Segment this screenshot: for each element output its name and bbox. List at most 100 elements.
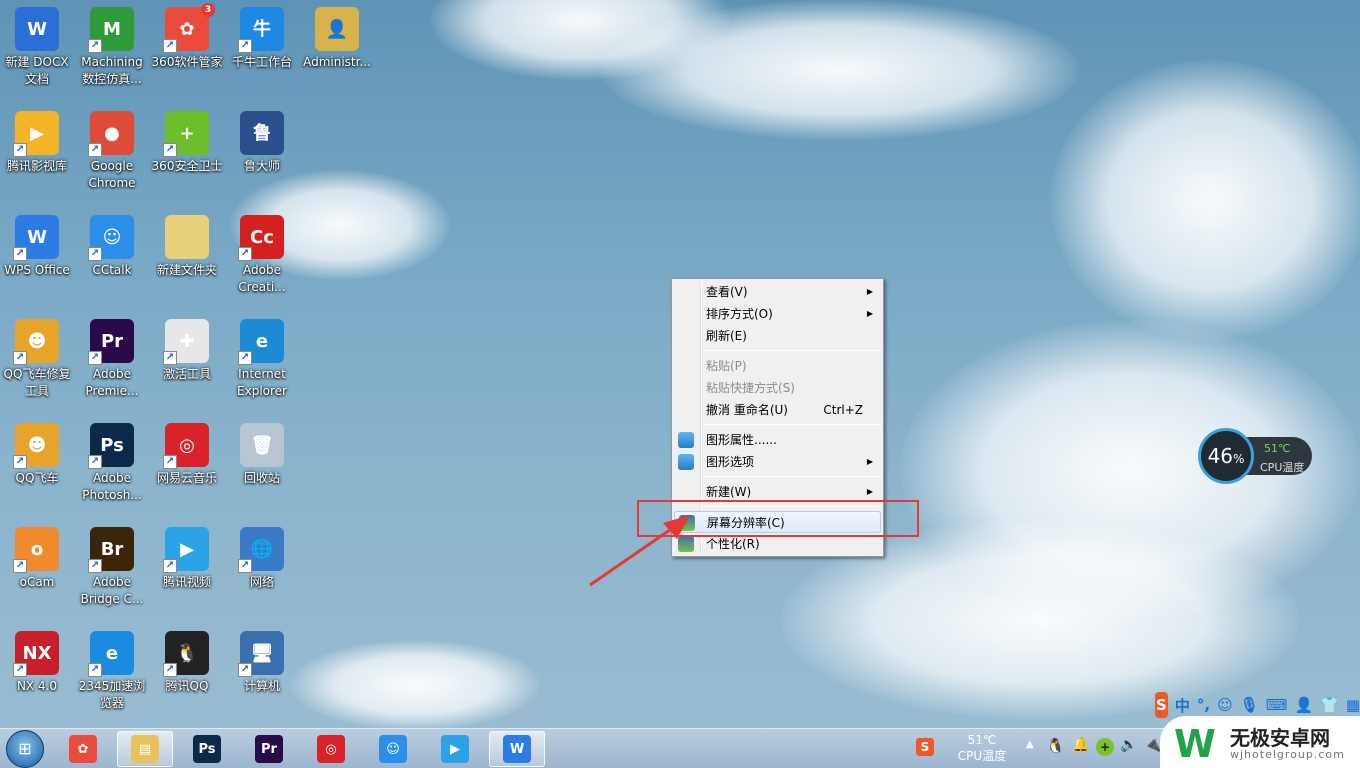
taskbar-button[interactable]: ▤ — [117, 731, 173, 767]
power-icon[interactable]: 🔌 — [1144, 737, 1161, 753]
taskbar: ⊞ ✿ ▤ Ps Pr ◎ ☺ ▶ W S 51℃ CPU温度 ▲ 🐧 🔔 + 🔊 🔌 — [0, 728, 1360, 768]
desktop-icon[interactable]: ☻ ↗ QQ飞车 — [0, 420, 74, 487]
desktop-icon[interactable]: W 新建 DOCX 文档 — [0, 4, 74, 88]
explorer-icon: ▤ — [131, 735, 159, 763]
submenu-arrow-icon: ▶ — [866, 287, 873, 296]
desktop-icon[interactable]: 鲁鲁大师 — [225, 108, 299, 175]
desktop-icon[interactable]: ☻ ↗ QQ飞车修复工具 — [0, 316, 74, 400]
desktop-icon-label: 网易云音乐 — [156, 471, 217, 485]
desktop-icon[interactable]: Ps ↗ Adobe Photosh... — [75, 420, 149, 504]
shortcut-arrow-icon: ↗ — [13, 559, 27, 573]
app-icon: ▶ ↗ — [13, 111, 59, 157]
notification-icon[interactable]: 🔔 — [1072, 737, 1089, 753]
taskbar-button[interactable]: ☺ — [365, 731, 421, 767]
menu-item-label: 查看(V) — [706, 285, 748, 299]
shortcut-arrow-icon: ↗ — [238, 39, 252, 53]
desktop-icon[interactable]: ✿ ↗ 3 360软件管家 — [150, 3, 224, 71]
desktop-icon[interactable]: 🖥 ↗ 计算机 — [225, 628, 299, 695]
shortcut-arrow-icon: ↗ — [88, 39, 102, 53]
taskbar-button[interactable]: W — [489, 731, 545, 767]
desktop-icon[interactable]: ● ↗ Google Chrome — [75, 108, 149, 192]
desktop-icon[interactable]: 🗑 回收站 — [225, 420, 299, 487]
menu-item[interactable]: 粘贴(P) — [674, 355, 881, 377]
menu-item-label: 图形选项 — [706, 455, 755, 469]
desktop-icon[interactable]: + ↗ 360安全卫士 — [150, 108, 224, 175]
shortcut-arrow-icon: ↗ — [238, 559, 252, 573]
menu-separator — [704, 350, 881, 351]
desktop-icon[interactable]: W ↗ WPS Office — [0, 212, 74, 279]
app-icon: Br ↗ — [88, 527, 134, 573]
ime-lang[interactable]: 中 — [1175, 695, 1190, 716]
volume-icon[interactable]: 🔊 — [1120, 737, 1137, 753]
desktop-icon[interactable]: 🌐 ↗ 网络 — [225, 524, 299, 591]
user-icon[interactable]: 👤 — [1294, 696, 1313, 714]
menu-item[interactable]: 排序方式(O) ▶ — [674, 303, 881, 325]
desktop-icon-label: 2345加速浏览器 — [78, 679, 146, 710]
desktop-icon[interactable]: Cc ↗ Adobe Creati... — [225, 212, 299, 296]
grid-icon[interactable]: ▦ — [1346, 696, 1360, 714]
desktop-icon[interactable]: ✚ ↗ 激活工具 — [150, 316, 224, 383]
menu-item[interactable]: 图形属性...... — [674, 429, 881, 451]
ime-punct[interactable]: °, — [1197, 696, 1210, 714]
desktop-icon[interactable]: 新建文件夹 — [150, 212, 224, 279]
desktop-icon[interactable]: e ↗ 2345加速浏览器 — [75, 628, 149, 712]
keyboard-icon[interactable]: ⌨ — [1266, 696, 1288, 714]
app-icon: NX ↗ — [13, 631, 59, 677]
menu-item-label: 粘贴(P) — [706, 359, 747, 373]
menu-item[interactable]: 图形选项 ▶ — [674, 451, 881, 473]
skin-icon[interactable]: 👕 — [1320, 696, 1339, 714]
desktop-icon-label: Internet Explorer — [237, 367, 287, 398]
start-button[interactable]: ⊞ — [6, 730, 44, 768]
submenu-arrow-icon: ▶ — [866, 309, 873, 318]
desktop-icon[interactable]: e ↗ Internet Explorer — [225, 316, 299, 400]
menu-separator — [704, 476, 881, 477]
intel-graphics-icon — [678, 432, 694, 448]
desktop-icon[interactable]: ☺ ↗ CCtalk — [75, 212, 149, 279]
menu-item[interactable]: 刷新(E) — [674, 325, 881, 347]
desktop-icon[interactable]: ▶ ↗ 腾讯影视库 — [0, 108, 74, 175]
shortcut-arrow-icon: ↗ — [88, 663, 102, 677]
app-icon: Ps ↗ — [88, 423, 134, 469]
desktop-icon[interactable]: ▶ ↗ 腾讯视频 — [150, 524, 224, 591]
mic-icon[interactable]: 🎙 — [1240, 696, 1259, 714]
desktop-icon[interactable]: ◎ ↗ 网易云音乐 — [150, 420, 224, 487]
menu-item[interactable]: 粘贴快捷方式(S) — [674, 377, 881, 399]
360-tray-icon[interactable]: + — [1096, 738, 1114, 756]
emoji-icon[interactable]: ☺ — [1217, 696, 1233, 714]
desktop-icon-label: NX 4.0 — [16, 679, 58, 693]
desktop-icon[interactable]: 👤 Administr... — [300, 4, 374, 71]
shortcut-arrow-icon: ↗ — [13, 663, 27, 677]
show-hidden-icons[interactable]: ▲ — [1026, 739, 1034, 750]
desktop-icon[interactable]: o ↗ oCam — [0, 524, 74, 591]
desktop-icon[interactable]: 🐧 ↗ 腾讯QQ — [150, 628, 224, 695]
desktop-icon-label: 腾讯视频 — [162, 575, 211, 589]
sogou-icon[interactable]: S — [1155, 692, 1168, 718]
cpu-usage: 46 — [1207, 444, 1234, 468]
desktop-icon-label: QQ飞车 — [15, 471, 59, 485]
qq-tray-icon[interactable]: 🐧 — [1046, 737, 1065, 755]
taskbar-button[interactable]: ▶ — [427, 731, 483, 767]
desktop-icon[interactable]: NX ↗ NX 4.0 — [0, 628, 74, 695]
app-icon: ● ↗ — [88, 111, 134, 157]
menu-item-label: 个性化(R) — [706, 537, 760, 551]
menu-item[interactable]: 撤消 重命名(U) Ctrl+Z — [674, 399, 881, 421]
shortcut-arrow-icon: ↗ — [88, 143, 102, 157]
menu-item[interactable]: 查看(V) ▶ — [674, 281, 881, 303]
menu-item-label: 粘贴快捷方式(S) — [706, 381, 795, 395]
desktop-icon[interactable]: Br ↗ Adobe Bridge C... — [75, 524, 149, 608]
desktop-icon-label: 鲁大师 — [243, 159, 280, 173]
taskbar-button[interactable]: Ps — [179, 731, 235, 767]
desktop-icon[interactable]: M ↗ Machining 数控仿真... — [75, 4, 149, 88]
cpu-widget[interactable]: 46% 51℃ CPU温度 — [1198, 428, 1314, 484]
desktop-icon[interactable]: Pr ↗ Adobe Premie... — [75, 316, 149, 400]
taskbar-button[interactable]: ◎ — [303, 731, 359, 767]
badge: 3 — [201, 3, 215, 17]
sogou-tray-icon[interactable]: S — [916, 738, 934, 756]
app-icon: ✚ ↗ — [163, 319, 209, 365]
app-icon: 👤 — [315, 7, 359, 51]
desktop-icon[interactable]: 牛 ↗ 千牛工作台 — [225, 4, 299, 71]
taskbar-button[interactable]: ✿ — [55, 731, 111, 767]
desktop-icon-label: 网络 — [249, 575, 274, 589]
menu-item-label: 撤消 重命名(U) — [706, 403, 788, 417]
taskbar-button[interactable]: Pr — [241, 731, 297, 767]
